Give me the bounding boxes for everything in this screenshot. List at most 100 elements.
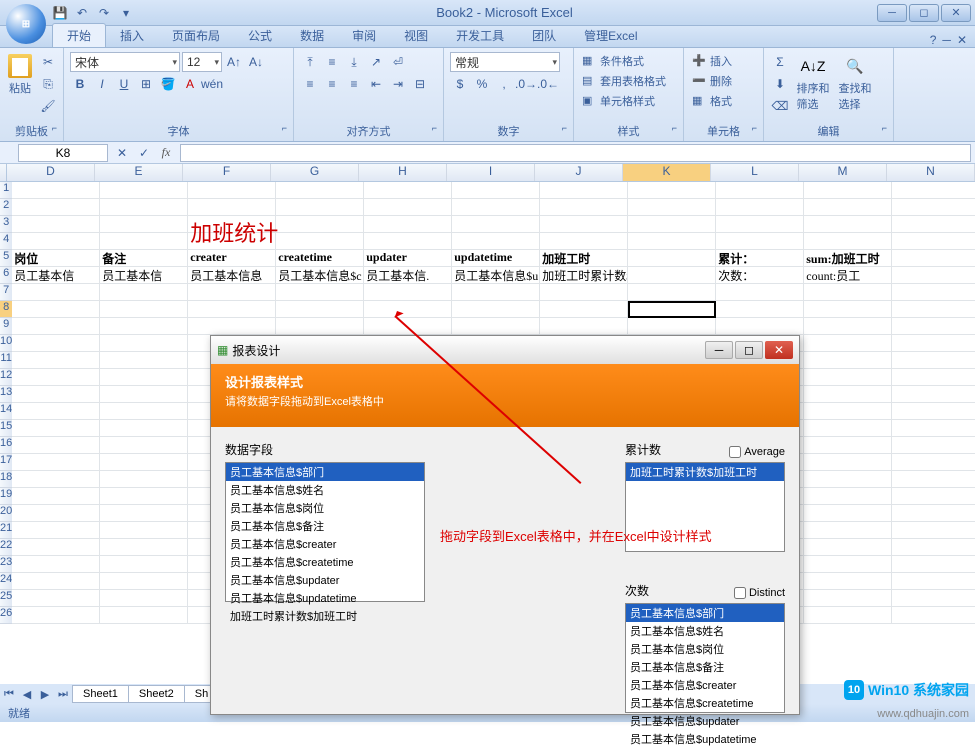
comma-icon[interactable]: , [494, 74, 514, 94]
cell[interactable] [188, 301, 276, 318]
cell[interactable] [276, 216, 364, 233]
cell[interactable]: updater [364, 250, 452, 267]
grow-font-icon[interactable]: A↑ [224, 52, 244, 72]
save-icon[interactable]: 💾 [52, 5, 68, 21]
column-header[interactable]: F [183, 164, 271, 181]
cancel-formula-icon[interactable]: ✕ [112, 143, 132, 163]
cell[interactable] [364, 233, 452, 250]
cell[interactable] [452, 216, 540, 233]
cell[interactable] [540, 216, 628, 233]
cell[interactable] [276, 301, 364, 318]
cell[interactable] [804, 607, 892, 624]
row-header[interactable]: 12 [0, 369, 12, 386]
cell[interactable] [188, 199, 276, 216]
cell[interactable] [892, 369, 975, 386]
cell[interactable] [804, 454, 892, 471]
cell[interactable] [452, 199, 540, 216]
cell[interactable] [804, 420, 892, 437]
sort-filter-button[interactable]: A↓Z 排序和 筛选 [794, 52, 832, 114]
cell[interactable]: 员工基本信 [12, 267, 100, 284]
row-header[interactable]: 20 [0, 505, 12, 522]
cell[interactable] [804, 182, 892, 199]
cell-style-button[interactable]: ▣单元格样式 [580, 92, 657, 110]
align-center-icon[interactable]: ≡ [322, 74, 342, 94]
cell[interactable] [892, 233, 975, 250]
list-item[interactable]: 员工基本信息$姓名 [226, 481, 424, 499]
cell[interactable] [892, 250, 975, 267]
insert-cells-button[interactable]: ➕插入 [690, 52, 734, 70]
list-item[interactable]: 员工基本信息$部门 [626, 604, 784, 622]
column-header[interactable]: E [95, 164, 183, 181]
merge-icon[interactable]: ⊟ [410, 74, 430, 94]
cell[interactable]: 累计： [716, 250, 804, 267]
cell[interactable] [12, 522, 100, 539]
cell[interactable] [12, 216, 100, 233]
count-listbox[interactable]: 员工基本信息$部门员工基本信息$姓名员工基本信息$岗位员工基本信息$备注员工基本… [625, 603, 785, 713]
cell[interactable] [100, 335, 188, 352]
dialog-minimize-button[interactable]: ─ [705, 341, 733, 359]
cell[interactable]: 员工基本信息$u [452, 267, 540, 284]
phonetic-icon[interactable]: wén [202, 74, 222, 94]
shrink-font-icon[interactable]: A↓ [246, 52, 266, 72]
cell[interactable]: 加班工时 [540, 250, 628, 267]
autosum-icon[interactable]: Σ [770, 52, 790, 72]
cell[interactable] [716, 233, 804, 250]
cell[interactable] [540, 199, 628, 216]
cell[interactable] [100, 607, 188, 624]
cell[interactable] [12, 471, 100, 488]
fx-icon[interactable]: fx [156, 143, 176, 163]
cell[interactable] [100, 301, 188, 318]
cell[interactable]: 岗位 [12, 250, 100, 267]
tab-team[interactable]: 团队 [518, 24, 570, 47]
data-fields-listbox[interactable]: 员工基本信息$部门员工基本信息$姓名员工基本信息$岗位员工基本信息$备注员工基本… [225, 462, 425, 602]
cell[interactable] [804, 471, 892, 488]
list-item[interactable]: 员工基本信息$岗位 [226, 499, 424, 517]
cell[interactable] [892, 403, 975, 420]
cell[interactable] [100, 573, 188, 590]
redo-icon[interactable]: ↷ [96, 5, 112, 21]
cell[interactable] [804, 318, 892, 335]
cell[interactable]: 员工基本信息 [188, 267, 276, 284]
row-header[interactable]: 1 [0, 182, 12, 199]
cell[interactable] [12, 556, 100, 573]
tab-formulas[interactable]: 公式 [234, 24, 286, 47]
row-header[interactable]: 10 [0, 335, 12, 352]
tab-insert[interactable]: 插入 [106, 24, 158, 47]
row-header[interactable]: 11 [0, 352, 12, 369]
cell[interactable] [892, 607, 975, 624]
row-header[interactable]: 4 [0, 233, 12, 250]
cell[interactable] [100, 199, 188, 216]
row-header[interactable]: 19 [0, 488, 12, 505]
cell[interactable] [12, 352, 100, 369]
cell[interactable] [892, 352, 975, 369]
sheet-nav-last[interactable]: ⏭ [54, 688, 72, 701]
cell[interactable]: creater [188, 250, 276, 267]
cell[interactable] [12, 284, 100, 301]
row-header[interactable]: 23 [0, 556, 12, 573]
column-header[interactable]: I [447, 164, 535, 181]
cell[interactable] [804, 284, 892, 301]
list-item[interactable]: 员工基本信息$岗位 [626, 640, 784, 658]
column-header[interactable]: K [623, 164, 711, 181]
sheet-nav-next[interactable]: ▶ [36, 688, 54, 701]
row-header[interactable]: 3 [0, 216, 12, 233]
row-header[interactable]: 5 [0, 250, 12, 267]
row-header[interactable]: 16 [0, 437, 12, 454]
cell[interactable] [12, 369, 100, 386]
cell[interactable] [12, 437, 100, 454]
cell[interactable] [804, 301, 892, 318]
cell[interactable] [12, 335, 100, 352]
cell[interactable] [804, 369, 892, 386]
row-header[interactable]: 6 [0, 267, 12, 284]
cell[interactable] [892, 590, 975, 607]
cell[interactable] [188, 182, 276, 199]
average-checkbox[interactable]: Average [729, 441, 785, 462]
number-format-combo[interactable]: 常规 [450, 52, 560, 72]
list-item[interactable]: 员工基本信息$creater [226, 535, 424, 553]
cell[interactable]: 加班统计 [188, 216, 276, 233]
cell[interactable] [100, 454, 188, 471]
list-item[interactable]: 员工基本信息$updatetime [226, 589, 424, 607]
list-item[interactable]: 加班工时累计数$加班工时 [626, 463, 784, 481]
row-header[interactable]: 2 [0, 199, 12, 216]
list-item[interactable]: 员工基本信息$updatetime [626, 730, 784, 748]
